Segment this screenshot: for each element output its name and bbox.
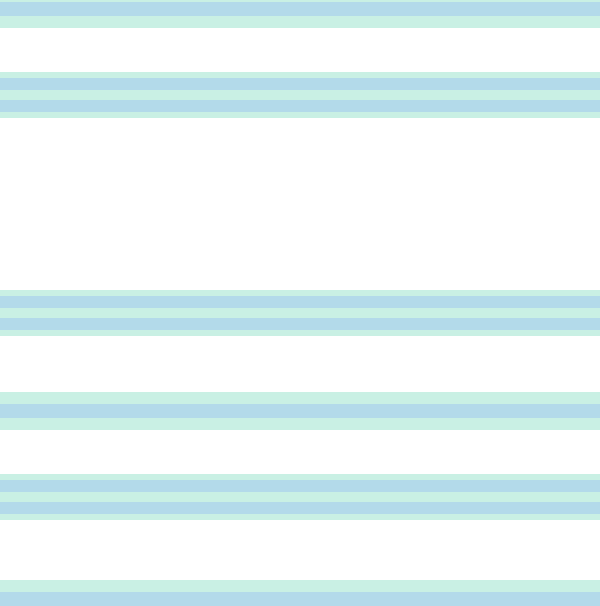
stripe <box>0 90 600 100</box>
stripe <box>0 480 600 492</box>
stripe <box>0 112 600 118</box>
stripe <box>0 392 600 404</box>
stripe <box>0 580 600 592</box>
stripe <box>0 16 600 28</box>
stripe <box>0 514 600 520</box>
stripe <box>0 318 600 330</box>
stripe <box>0 418 600 430</box>
stripe <box>0 308 600 318</box>
stripe <box>0 592 600 606</box>
stripe <box>0 100 600 112</box>
stripe <box>0 492 600 502</box>
stripe <box>0 78 600 90</box>
stripe-group <box>0 0 600 28</box>
stripe-group <box>0 72 600 118</box>
stripe <box>0 404 600 418</box>
stripe <box>0 296 600 308</box>
stripe <box>0 2 600 16</box>
stripe <box>0 330 600 336</box>
stripe <box>0 502 600 514</box>
stripe-group <box>0 580 600 606</box>
stripe-group <box>0 290 600 336</box>
stripe-group <box>0 474 600 520</box>
stripe-group <box>0 392 600 430</box>
